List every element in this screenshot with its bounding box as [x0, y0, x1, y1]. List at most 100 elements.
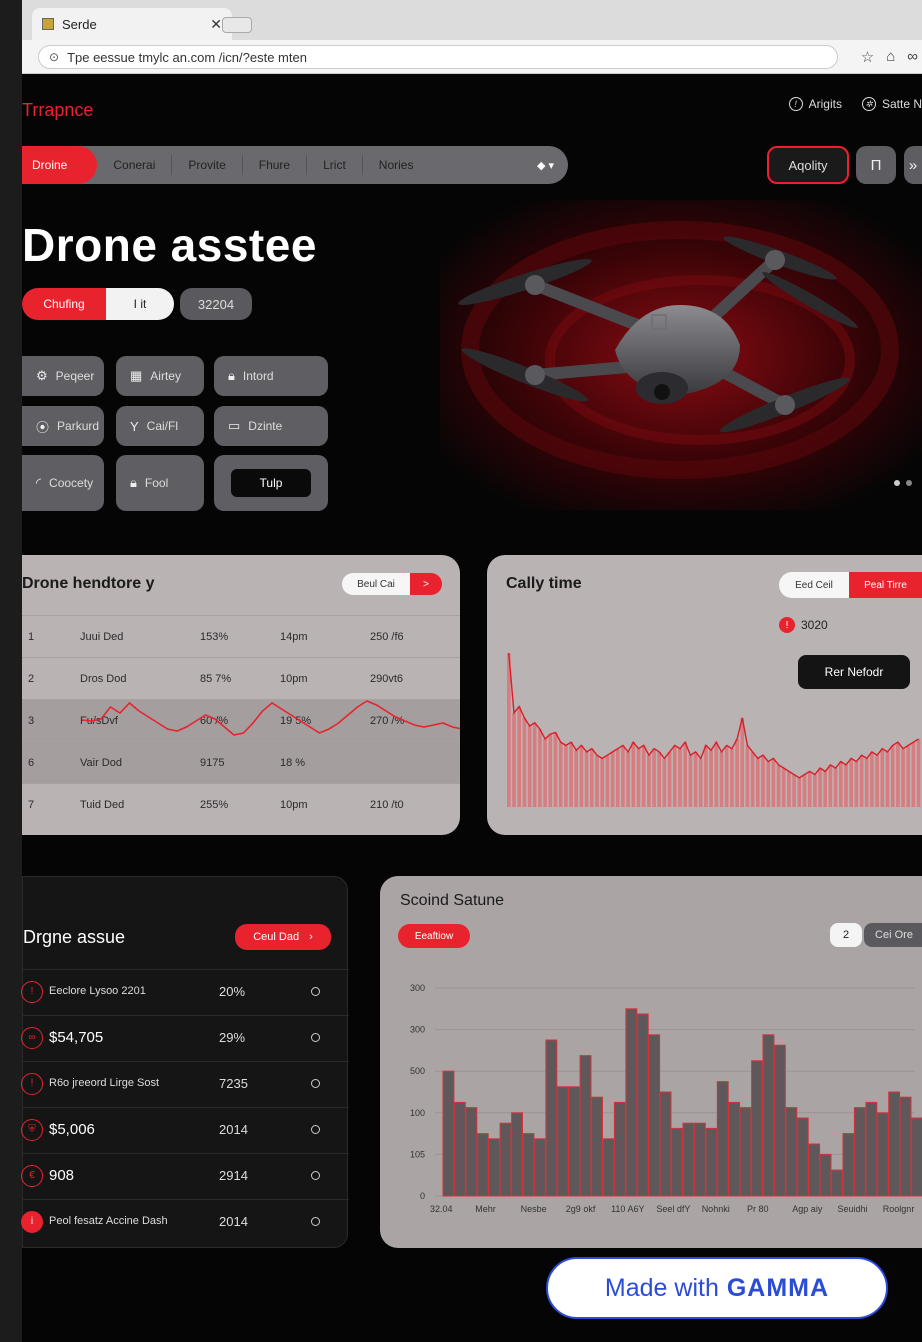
second-title: Scoind Satune [400, 892, 505, 909]
feature-button-4[interactable]: ⦿ Parkurd [22, 406, 104, 446]
square-button-2[interactable]: » [904, 146, 922, 184]
y-tick-label: 100 [410, 1108, 425, 1118]
issues-button[interactable]: Ceul Dad › [235, 924, 331, 950]
second-badge[interactable]: Eeaftiow [398, 924, 470, 948]
tulp-button[interactable]: Tulp [231, 469, 311, 497]
feature-button-1[interactable]: ⚙ Peqeer [22, 356, 104, 396]
chart-bar [688, 755, 693, 807]
chart-bar [517, 706, 521, 807]
cally-toggle-option-2[interactable]: Peal Tirre [849, 572, 922, 598]
chart-bar [625, 1008, 638, 1197]
chart-bar [880, 748, 885, 807]
table-cell: 2 [22, 657, 74, 700]
feature-button-2[interactable]: ▦ Airtey [116, 356, 204, 396]
info-icon: i [21, 1210, 43, 1233]
nav-item-3[interactable]: Provite [172, 155, 243, 175]
chart-bar [724, 745, 729, 807]
table-cell: 210 /t0 [364, 783, 460, 826]
chart-bar [693, 751, 698, 807]
url-field[interactable]: ⊙ Tpe eessue tmylc an.com /icn/?este mte… [38, 45, 838, 69]
second-pager: 2 Cei Ore [830, 923, 922, 947]
nav-item-4[interactable]: Fhure [243, 155, 308, 175]
x-tick-label: Seel dfY [656, 1204, 690, 1214]
site-info-icon[interactable]: ⊙ [49, 50, 59, 64]
apply-button[interactable]: Aqolity [767, 146, 849, 184]
cally-card: Cally time Eed Ceil Peal Tirre ! 3020 Re… [487, 555, 922, 835]
list-item-label: Peol fesatz Accine Dash [49, 1215, 168, 1227]
list-item[interactable]: ⛨ $5,006 2014 [21, 1107, 349, 1151]
list-item[interactable]: ! R6o jreeord Lirge Sost 7235 [21, 1061, 349, 1105]
nav-dropdown-icon[interactable]: ◆ ▾ [537, 159, 554, 172]
home-icon[interactable]: ⌂ [886, 48, 895, 66]
table-row[interactable]: 1 Juui Ded 153% 14pm 250 /f6 [22, 615, 460, 658]
history-toggle-option[interactable]: Beul Cai [342, 573, 410, 595]
feature-button-6[interactable]: ▭ Dzinte [214, 406, 328, 446]
y-tick-label: 0 [420, 1191, 425, 1201]
chart-bar [511, 1112, 524, 1197]
radio-icon[interactable] [311, 1217, 320, 1226]
list-item[interactable]: ∞ $54,705 29% [21, 1015, 349, 1059]
cally-toggle-option-1[interactable]: Eed Ceil [779, 572, 849, 598]
top-link-2[interactable]: ✲ Satte N [861, 97, 922, 111]
list-item[interactable]: ! Eeclore Lysoo 2201 20% [21, 969, 349, 1013]
table-row[interactable]: 2 Dros Dod 85 7% 10pm 290vt6 [22, 657, 460, 700]
chart-bar [488, 1138, 501, 1197]
chart-bar [631, 742, 636, 807]
pager-number[interactable]: 2 [830, 923, 862, 947]
brand-logo[interactable]: Trrapnce [22, 100, 93, 121]
chart-bar [613, 1101, 626, 1197]
chart-bar [756, 758, 760, 807]
feature-button-9[interactable]: Tulp [214, 455, 328, 511]
chart-bar [522, 1133, 535, 1197]
feature-button-5[interactable]: Y Cai/Fl [116, 406, 204, 446]
feature-button-3[interactable]: 🔒︎ Intord [214, 356, 328, 396]
list-item[interactable]: i Peol fesatz Accine Dash 2014 [21, 1199, 349, 1243]
close-icon[interactable]: ✕ [210, 16, 222, 33]
chart-bar [716, 1081, 729, 1197]
nav-item-2[interactable]: Conerai [97, 155, 173, 175]
radio-icon[interactable] [311, 1033, 320, 1042]
radio-icon[interactable] [311, 1125, 320, 1134]
list-item[interactable]: €908 2914 [21, 1153, 349, 1197]
carousel-dot[interactable] [906, 480, 912, 486]
chart-bar [849, 758, 853, 807]
radio-icon[interactable] [311, 1171, 320, 1180]
nav-item-drone[interactable]: Droine [22, 146, 98, 184]
table-row[interactable]: 7 Tuid Ded 255% 10pm 210 /t0 [22, 783, 460, 826]
chart-bar [842, 1133, 855, 1197]
made-with-gamma-badge[interactable]: Made with GAMMA [546, 1257, 888, 1319]
nav-item-6[interactable]: Nories [363, 155, 430, 175]
segment-option-1[interactable]: Chufing [22, 288, 106, 320]
radio-icon[interactable] [311, 1079, 320, 1088]
star-icon[interactable]: ☆ [861, 48, 874, 66]
segment-count[interactable]: 32204 [180, 288, 252, 320]
top-link-1[interactable]: ! Arigits [788, 97, 842, 111]
favicon-icon [42, 18, 54, 30]
history-toggle-arrow[interactable]: > [410, 573, 442, 595]
table-cell: Tuid Ded [74, 783, 194, 826]
square-button-1[interactable]: Π [856, 146, 896, 184]
extension-icon[interactable]: ∞ [907, 48, 918, 66]
chart-bar [876, 1112, 889, 1197]
list-item-value: 7235 [219, 1076, 248, 1091]
table-cell: Juui Ded [74, 615, 194, 658]
segment-option-2[interactable]: I it [106, 288, 174, 320]
chart-bar [818, 768, 822, 807]
radio-icon[interactable] [311, 987, 320, 996]
list-item-label: R6o jreeord Lirge Sost [49, 1077, 160, 1089]
new-tab-button[interactable] [222, 17, 252, 33]
carousel-dot[interactable] [894, 480, 900, 486]
x-tick-label: Nohnki [702, 1204, 730, 1214]
feature-button-8[interactable]: 🔒︎ Fool [116, 455, 204, 511]
browser-tab[interactable]: Serde ✕ [32, 8, 232, 40]
chart-bar [579, 1055, 592, 1197]
nav-item-5[interactable]: Lrict [307, 155, 363, 175]
carousel-dots[interactable] [894, 480, 912, 486]
chart-bar [584, 751, 589, 807]
chart-bar [704, 745, 708, 807]
pager-button[interactable]: Cei Ore [864, 923, 922, 947]
feature-button-7[interactable]: ◜ Coocety [22, 455, 104, 511]
chart-bar [792, 774, 796, 807]
table-cell: 7 [22, 783, 74, 826]
chart-bar [719, 751, 724, 807]
